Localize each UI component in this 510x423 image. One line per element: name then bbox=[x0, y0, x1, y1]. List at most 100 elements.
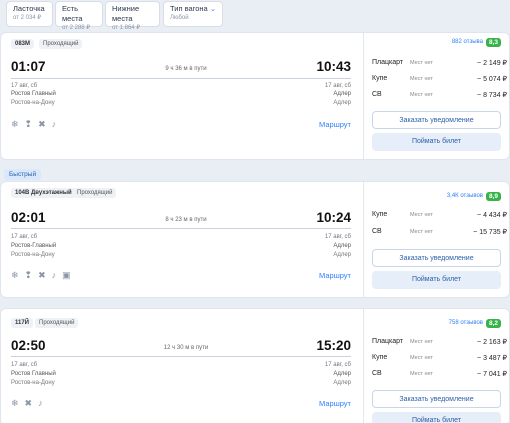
filter-sub: от 2 034 ₽ bbox=[13, 15, 42, 21]
class-price: ~ 2 149 ₽ bbox=[477, 60, 507, 67]
catch-ticket-button[interactable]: Поймать билет bbox=[372, 271, 501, 289]
departure-date: 17 авг, сб bbox=[11, 362, 38, 368]
train-info: 083М Проходящий 01:07 9 ч 36 м в пути 10… bbox=[1, 33, 363, 159]
travel-duration: 9 ч 36 м в пути bbox=[165, 66, 207, 72]
arrival-station[interactable]: Адлер bbox=[333, 242, 351, 250]
route-link[interactable]: Маршрут bbox=[319, 271, 351, 280]
filter-seats-available[interactable]: Есть места от 2 288 ₽ bbox=[55, 1, 103, 31]
seat-class-row[interactable]: Купе Мест нет ~ 4 434 ₽ bbox=[372, 210, 507, 222]
class-name: Купе bbox=[372, 75, 388, 82]
reviews-link[interactable]: 758 отзывов bbox=[449, 320, 483, 326]
filter-lastochka[interactable]: Ласточка от 2 034 ₽ bbox=[6, 1, 53, 27]
seat-class-row[interactable]: Плацкарт Мест нет ~ 2 149 ₽ bbox=[372, 58, 507, 70]
snowflake-icon: ❄ bbox=[11, 270, 19, 280]
rating-badge: 8,3 bbox=[485, 38, 501, 47]
class-price: ~ 3 487 ₽ bbox=[477, 355, 507, 362]
tools-icon: ✖ bbox=[24, 398, 33, 408]
train-info: 104В Двухэтажный Проходящий 02:01 8 ч 23… bbox=[1, 182, 363, 297]
tools-icon: ✖ bbox=[38, 119, 46, 129]
train-card: 117Й Проходящий 02:50 12 ч 30 м в пути 1… bbox=[0, 308, 510, 423]
class-price: ~ 8 734 ₽ bbox=[477, 92, 507, 99]
arrival-station[interactable]: Адлер bbox=[333, 370, 351, 378]
reviews-link[interactable]: 3,4К отзывов bbox=[447, 193, 483, 199]
filter-title: Есть места bbox=[62, 4, 83, 23]
filter-title: Тип вагона bbox=[170, 4, 208, 13]
train-info: 117Й Проходящий 02:50 12 ч 30 м в пути 1… bbox=[1, 309, 363, 423]
no-seats-label: Мест нет bbox=[410, 229, 433, 235]
departure-time: 01:07 bbox=[11, 59, 46, 74]
filter-lower-seats[interactable]: Нижние места от 1 864 ₽ bbox=[105, 1, 160, 31]
no-seats-label: Мест нет bbox=[410, 76, 433, 82]
amenities: ❄ ❢ ✖ ♪ ▣ bbox=[11, 270, 71, 280]
snowflake-icon: ❄ bbox=[11, 119, 19, 129]
arrival-city: Адлер bbox=[333, 380, 351, 386]
train-kind: Проходящий bbox=[35, 318, 79, 328]
filter-title: Ласточка bbox=[13, 4, 45, 13]
arrival-date: 17 авг, сб bbox=[324, 362, 351, 368]
no-seats-label: Мест нет bbox=[410, 339, 433, 345]
arrival-time: 10:24 bbox=[316, 210, 351, 225]
pet-icon: ♪ bbox=[51, 270, 57, 280]
departure-city: Ростов-на-Дону bbox=[11, 252, 55, 258]
class-price: ~ 15 735 ₽ bbox=[473, 229, 507, 236]
catch-ticket-button[interactable]: Поймать билет bbox=[372, 412, 501, 423]
seat-class-row[interactable]: Плацкарт Мест нет ~ 2 163 ₽ bbox=[372, 337, 507, 349]
class-price: ~ 2 163 ₽ bbox=[477, 339, 507, 346]
no-seats-label: Мест нет bbox=[410, 355, 433, 361]
fast-badge: Быстрый bbox=[4, 169, 42, 180]
seat-class-row[interactable]: Купе Мест нет ~ 5 074 ₽ bbox=[372, 74, 507, 86]
rating-badge: 8,9 bbox=[485, 192, 501, 201]
seat-class-row[interactable]: СВ Мест нет ~ 8 734 ₽ bbox=[372, 90, 507, 102]
rating-badge: 8,2 bbox=[485, 319, 501, 328]
route-link[interactable]: Маршрут bbox=[319, 120, 351, 129]
class-name: Купе bbox=[372, 211, 388, 218]
amenities: ❄ ❢ ✖ ♪ bbox=[11, 119, 56, 129]
no-seats-label: Мест нет bbox=[410, 212, 433, 218]
class-name: Плацкарт bbox=[372, 338, 404, 345]
notify-button[interactable]: Заказать уведомление bbox=[372, 249, 501, 267]
filter-bar: Ласточка от 2 034 ₽ Есть места от 2 288 … bbox=[0, 0, 510, 31]
train-number: 083М bbox=[11, 39, 35, 49]
train-card: 083М Проходящий 01:07 9 ч 36 м в пути 10… bbox=[0, 32, 510, 160]
seat-options: 882 отзыва 8,3 Плацкарт Мест нет ~ 2 149… bbox=[364, 33, 510, 159]
restaurant-icon: ❢ bbox=[24, 270, 33, 280]
snowflake-icon: ❄ bbox=[11, 398, 19, 408]
departure-station[interactable]: Ростов Главный bbox=[11, 90, 56, 98]
no-seats-label: Мест нет bbox=[410, 371, 433, 377]
class-name: Плацкарт bbox=[372, 59, 404, 66]
seat-class-row[interactable]: Купе Мест нет ~ 3 487 ₽ bbox=[372, 353, 507, 365]
notify-button[interactable]: Заказать уведомление bbox=[372, 111, 501, 129]
class-price: ~ 4 434 ₽ bbox=[477, 212, 507, 219]
arrival-time: 15:20 bbox=[316, 338, 351, 353]
arrival-time: 10:43 bbox=[316, 59, 351, 74]
train-kind: Проходящий bbox=[73, 188, 117, 198]
filter-car-type[interactable]: Тип вагона Любой ⌄ bbox=[163, 1, 223, 27]
class-name: СВ bbox=[372, 370, 382, 377]
seat-options: 758 отзывов 8,2 Плацкарт Мест нет ~ 2 16… bbox=[364, 309, 510, 423]
class-price: ~ 7 041 ₽ bbox=[477, 371, 507, 378]
route-line bbox=[11, 356, 351, 357]
arrival-station[interactable]: Адлер bbox=[333, 90, 351, 98]
reviews-link[interactable]: 882 отзыва bbox=[452, 39, 483, 45]
seat-options: 3,4К отзывов 8,9 Купе Мест нет ~ 4 434 ₽… bbox=[364, 182, 510, 297]
departure-date: 17 авг, сб bbox=[11, 83, 38, 89]
route-link[interactable]: Маршрут bbox=[319, 399, 351, 408]
arrival-city: Адлер bbox=[333, 252, 351, 258]
arrival-date: 17 авг, сб bbox=[324, 234, 351, 240]
train-kind: Проходящий bbox=[39, 39, 83, 49]
filter-title: Нижние места bbox=[112, 4, 140, 23]
travel-duration: 8 ч 23 м в пути bbox=[165, 217, 207, 223]
class-name: СВ bbox=[372, 91, 382, 98]
departure-station[interactable]: Ростов Главный bbox=[11, 370, 56, 378]
notify-button[interactable]: Заказать уведомление bbox=[372, 390, 501, 408]
seat-class-row[interactable]: СВ Мест нет ~ 15 735 ₽ bbox=[372, 227, 507, 239]
tv-icon: ▣ bbox=[62, 270, 71, 280]
seat-class-row[interactable]: СВ Мест нет ~ 7 041 ₽ bbox=[372, 369, 507, 381]
tools-icon: ✖ bbox=[38, 270, 46, 280]
departure-time: 02:01 bbox=[11, 210, 46, 225]
departure-date: 17 авг, сб bbox=[11, 234, 38, 240]
departure-station[interactable]: Ростов-Главный bbox=[11, 242, 56, 250]
arrival-city: Адлер bbox=[333, 100, 351, 106]
catch-ticket-button[interactable]: Поймать билет bbox=[372, 133, 501, 151]
class-price: ~ 5 074 ₽ bbox=[477, 76, 507, 83]
